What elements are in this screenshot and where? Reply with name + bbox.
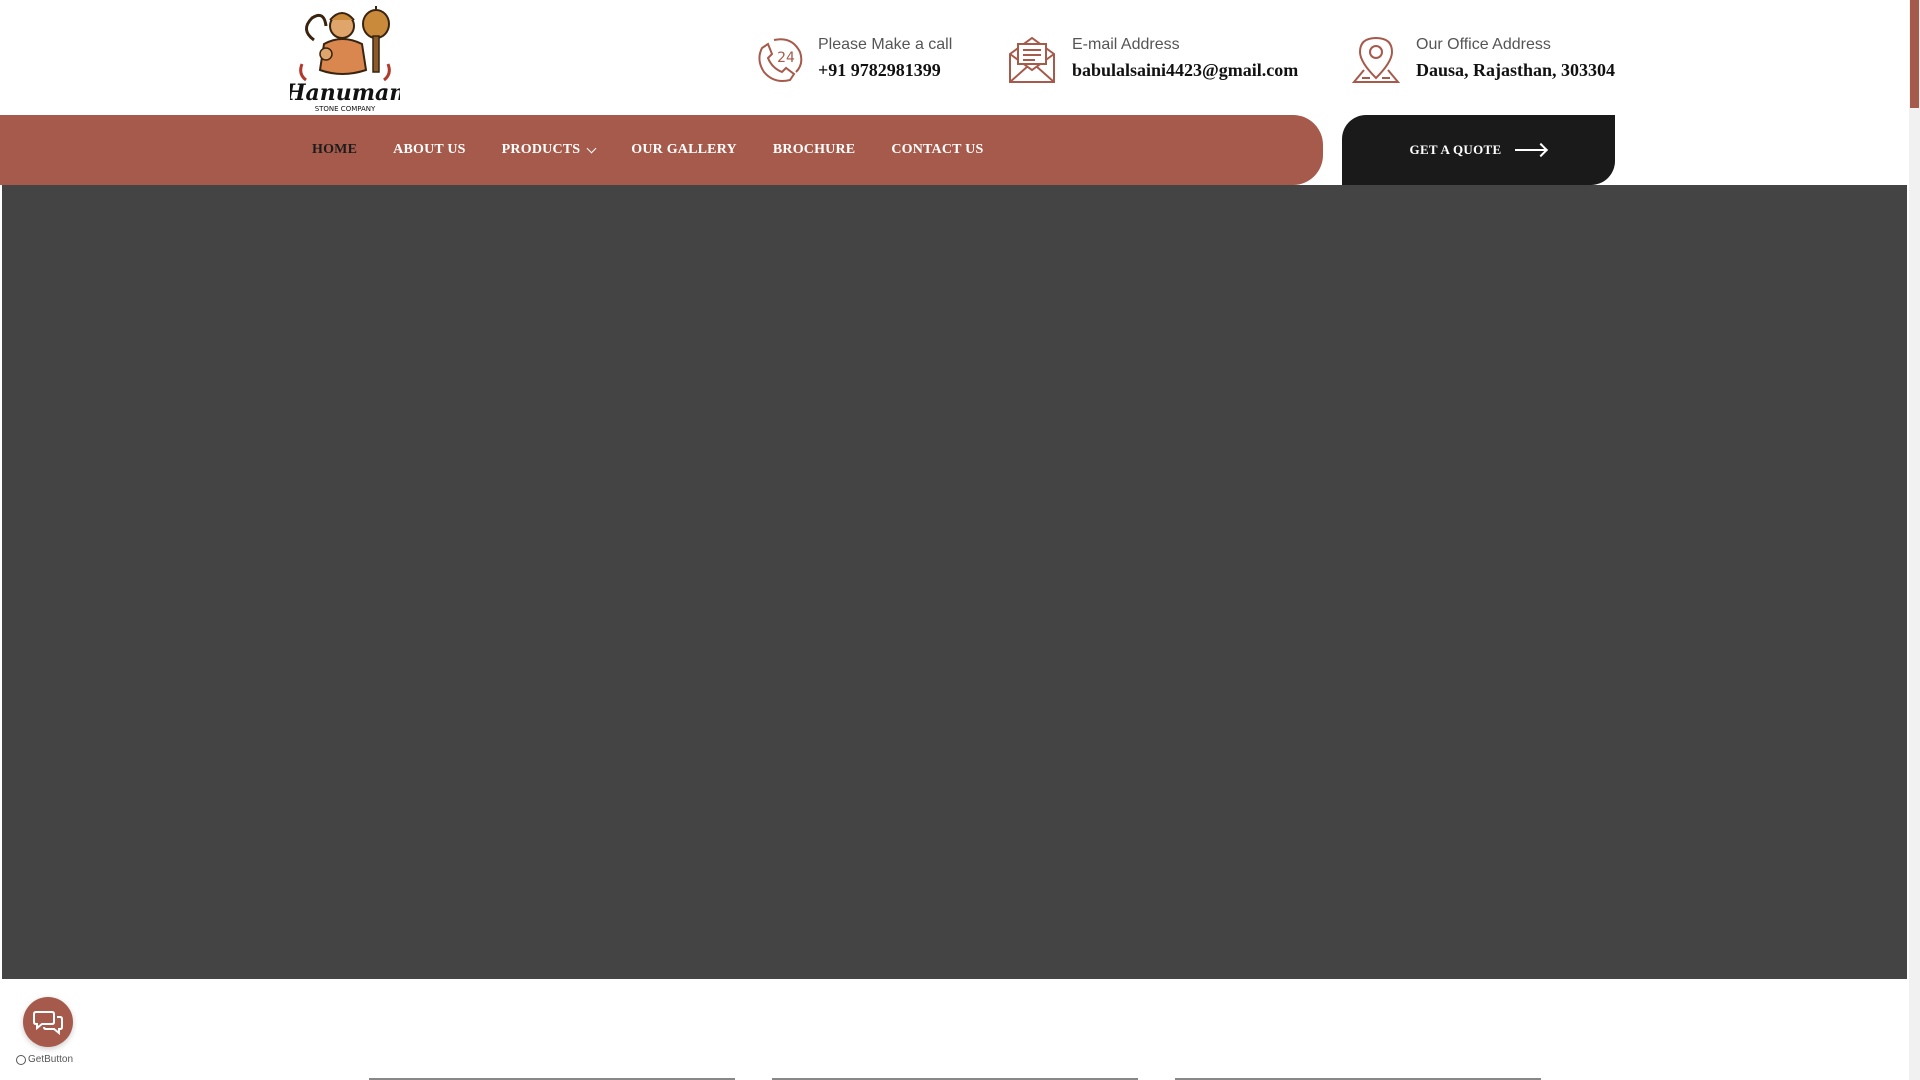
phone-24-icon: 24: [758, 38, 803, 82]
office-address: Dausa, Rajasthan, 303304: [1416, 60, 1616, 80]
map-pin-icon: [1351, 36, 1401, 83]
envelope-icon: [1009, 36, 1055, 83]
getbutton-credit[interactable]: GetButton: [16, 1054, 73, 1065]
logo-text: Hanuman: [290, 80, 400, 106]
email-address[interactable]: babulalsaini4423@gmail.com: [1072, 58, 1298, 82]
address-label: Our Office Address: [1416, 36, 1551, 53]
get-a-quote-label: GET A QUOTE: [1409, 142, 1502, 157]
getbutton-icon: [16, 1054, 26, 1065]
contact-email[interactable]: E-mail Address babulalsaini4423@gmail.co…: [1006, 32, 1298, 86]
nav-home[interactable]: HOME: [312, 142, 357, 158]
hanuman-logo-icon: Hanuman STONE COMPANY: [284, 6, 405, 113]
logo-subtext: STONE COMPANY: [315, 105, 376, 113]
page-scrollbar[interactable]: [1909, 0, 1920, 1080]
call-number[interactable]: +91 9782981399: [818, 58, 952, 82]
nav-menu: HOME ABOUT US PRODUCTS OUR GALLERY BROCH…: [294, 115, 1001, 185]
contact-call[interactable]: 24 Please Make a call +91 9782981399: [752, 32, 952, 86]
call-label: Please Make a call: [818, 36, 953, 53]
hero-banner: [2, 185, 1907, 979]
chat-bubbles-icon: [33, 1011, 63, 1035]
nav-our-gallery[interactable]: OUR GALLERY: [631, 142, 737, 158]
nav-contact-us[interactable]: CONTACT US: [891, 142, 983, 158]
get-a-quote-button[interactable]: GET A QUOTE: [1342, 115, 1615, 185]
scrollbar-thumb[interactable]: [1910, 0, 1919, 108]
email-label: E-mail Address: [1072, 36, 1180, 53]
page: Hanuman STONE COMPANY 24 Please Make a c…: [0, 0, 1909, 1080]
main-navbar: HOME ABOUT US PRODUCTS OUR GALLERY BROCH…: [0, 115, 1323, 185]
nav-products-label: PRODUCTS: [501, 142, 581, 157]
nav-brochure[interactable]: BROCHURE: [773, 142, 856, 158]
brand-logo[interactable]: Hanuman STONE COMPANY: [284, 4, 405, 114]
chevron-down-icon: [586, 143, 597, 153]
chat-widget-button[interactable]: [23, 997, 73, 1047]
getbutton-label: GetButton: [28, 1054, 74, 1065]
contact-address[interactable]: Our Office Address Dausa, Rajasthan, 303…: [1350, 32, 1615, 86]
arrow-right-icon: [1515, 149, 1548, 151]
nav-about-us[interactable]: ABOUT US: [393, 142, 466, 158]
nav-products[interactable]: PRODUCTS: [501, 142, 597, 158]
svg-text:24: 24: [777, 50, 795, 66]
